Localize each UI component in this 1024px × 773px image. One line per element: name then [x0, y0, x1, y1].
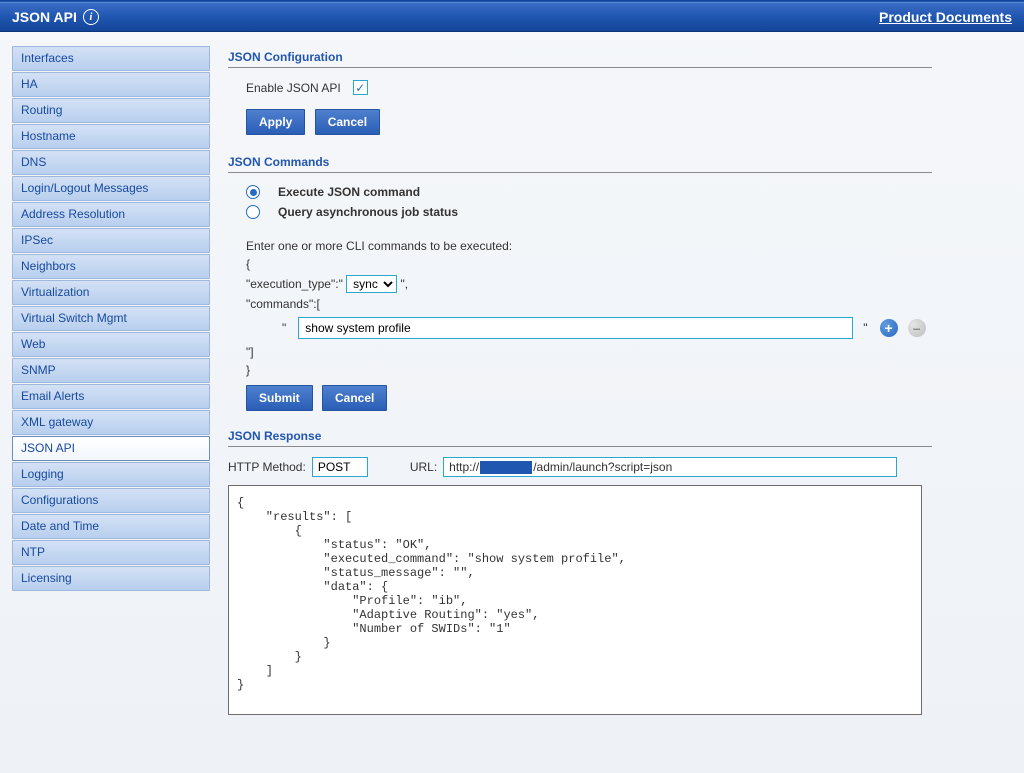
sidebar-item-ipsec[interactable]: IPSec: [12, 228, 210, 253]
sidebar-item-virtualization[interactable]: Virtualization: [12, 280, 210, 305]
product-documents-link[interactable]: Product Documents: [879, 9, 1012, 25]
submit-button[interactable]: Submit: [246, 385, 313, 411]
sidebar-item-email-alerts[interactable]: Email Alerts: [12, 384, 210, 409]
sidebar-item-address-resolution[interactable]: Address Resolution: [12, 202, 210, 227]
execute-json-command-radio[interactable]: [246, 185, 260, 199]
info-icon[interactable]: i: [83, 9, 99, 25]
command-input[interactable]: [298, 317, 853, 339]
remove-command-button: –: [908, 319, 926, 337]
sidebar-item-licensing[interactable]: Licensing: [12, 566, 210, 591]
execute-json-command-label: Execute JSON command: [278, 185, 420, 199]
sidebar-item-configurations[interactable]: Configurations: [12, 488, 210, 513]
page-title: JSON API i: [12, 9, 99, 25]
execution-type-line: "execution_type":" sync ",: [246, 273, 932, 295]
sidebar-item-interfaces[interactable]: Interfaces: [12, 46, 210, 71]
sidebar-item-snmp[interactable]: SNMP: [12, 358, 210, 383]
sidebar-item-web[interactable]: Web: [12, 332, 210, 357]
execution-type-select[interactable]: sync: [346, 275, 397, 293]
cancel-commands-button[interactable]: Cancel: [322, 385, 387, 411]
quote-close: ": [863, 321, 869, 335]
sidebar-item-ntp[interactable]: NTP: [12, 540, 210, 565]
sidebar-item-json-api[interactable]: JSON API: [12, 436, 210, 461]
sidebar-item-routing[interactable]: Routing: [12, 98, 210, 123]
sidebar-item-virtual-switch-mgmt[interactable]: Virtual Switch Mgmt: [12, 306, 210, 331]
enable-json-api-label: Enable JSON API: [246, 81, 341, 95]
quote-open: ": [282, 321, 288, 335]
commands-array-close: "]: [246, 343, 932, 361]
query-async-job-label: Query asynchronous job status: [278, 205, 458, 219]
json-close-brace: }: [246, 361, 932, 379]
sidebar-item-ha[interactable]: HA: [12, 72, 210, 97]
sidebar-item-login-logout-messages[interactable]: Login/Logout Messages: [12, 176, 210, 201]
section-json-response: JSON Response: [228, 425, 932, 447]
sidebar-item-dns[interactable]: DNS: [12, 150, 210, 175]
url-label: URL:: [410, 460, 437, 474]
sidebar: InterfacesHARoutingHostnameDNSLogin/Logo…: [12, 46, 210, 715]
json-open-brace: {: [246, 255, 932, 273]
url-input[interactable]: http:///admin/launch?script=json: [443, 457, 897, 477]
http-method-label: HTTP Method:: [228, 460, 306, 474]
sidebar-item-xml-gateway[interactable]: XML gateway: [12, 410, 210, 435]
json-response-body: { "results": [ { "status": "OK", "execut…: [228, 485, 922, 715]
cancel-config-button[interactable]: Cancel: [315, 109, 380, 135]
section-json-commands: JSON Commands: [228, 151, 932, 173]
http-method-input[interactable]: [312, 457, 368, 477]
sidebar-item-neighbors[interactable]: Neighbors: [12, 254, 210, 279]
redacted-host: [480, 461, 532, 474]
cli-prompt: Enter one or more CLI commands to be exe…: [246, 237, 932, 255]
main-content: JSON Configuration Enable JSON API ✓ App…: [228, 46, 1012, 715]
sidebar-item-logging[interactable]: Logging: [12, 462, 210, 487]
app-header: JSON API i Product Documents: [0, 2, 1024, 32]
page-title-text: JSON API: [12, 9, 77, 25]
sidebar-item-hostname[interactable]: Hostname: [12, 124, 210, 149]
add-command-button[interactable]: +: [880, 319, 898, 337]
sidebar-item-date-and-time[interactable]: Date and Time: [12, 514, 210, 539]
commands-array-open: "commands":[: [246, 295, 932, 313]
apply-button[interactable]: Apply: [246, 109, 305, 135]
enable-json-api-checkbox[interactable]: ✓: [353, 80, 368, 95]
query-async-job-radio[interactable]: [246, 205, 260, 219]
section-json-configuration: JSON Configuration: [228, 46, 932, 68]
